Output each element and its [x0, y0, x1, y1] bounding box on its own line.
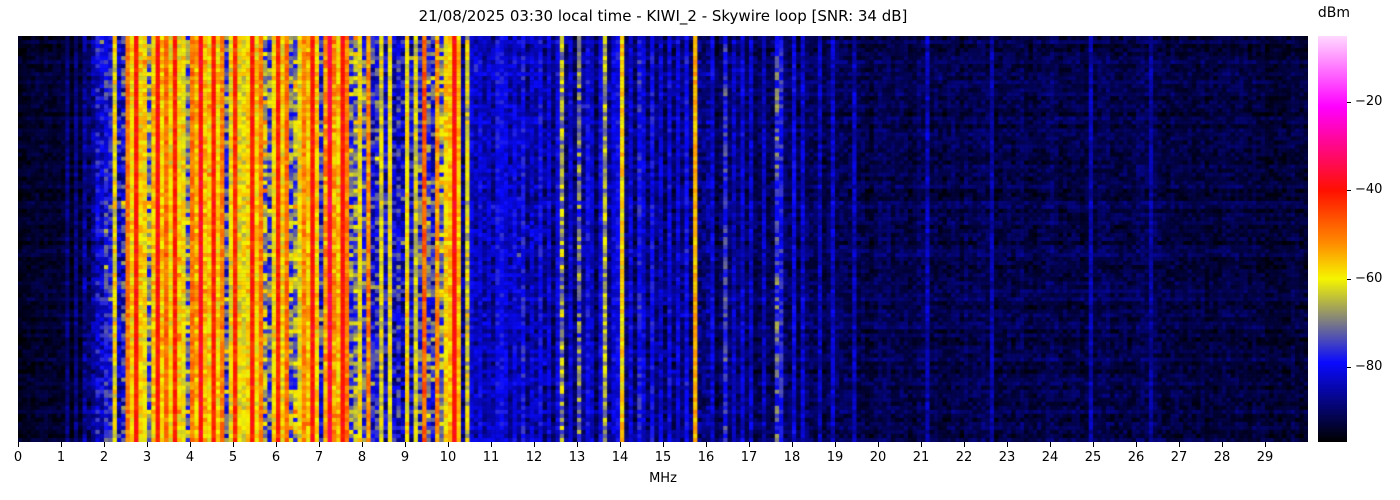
x-tick-label: 8	[357, 450, 367, 465]
x-tick-label: 18	[783, 450, 801, 465]
colorbar-tick-label: −40	[1355, 182, 1383, 198]
x-tick-label: 26	[1127, 450, 1145, 465]
x-tick-label: 15	[654, 450, 672, 465]
x-tick	[663, 442, 664, 447]
x-tick	[233, 442, 234, 447]
x-tick	[362, 442, 363, 447]
x-tick	[835, 442, 836, 447]
x-tick-label: 23	[998, 450, 1016, 465]
x-tick-label: 3	[142, 450, 152, 465]
colorbar-gradient	[1318, 36, 1347, 442]
waterfall-canvas	[18, 36, 1308, 442]
x-tick-label: 9	[400, 450, 410, 465]
x-tick	[1265, 442, 1266, 447]
chart-title: 21/08/2025 03:30 local time - KIWI_2 - S…	[418, 7, 908, 25]
x-tick-label: 1	[56, 450, 66, 465]
colorbar-tick-label: −20	[1355, 94, 1383, 110]
x-tick-label: 16	[697, 450, 715, 465]
x-tick	[749, 442, 750, 447]
x-tick-label: 19	[826, 450, 844, 465]
x-tick	[1179, 442, 1180, 447]
x-tick	[190, 442, 191, 447]
x-tick-label: 17	[740, 450, 758, 465]
x-tick-label: 28	[1213, 450, 1231, 465]
x-tick-label: 13	[568, 450, 586, 465]
x-tick-label: 4	[185, 450, 195, 465]
x-tick-label: 27	[1170, 450, 1188, 465]
x-tick	[18, 442, 19, 447]
waterfall-plot	[18, 36, 1308, 442]
x-tick	[448, 442, 449, 447]
x-tick	[61, 442, 62, 447]
x-tick	[147, 442, 148, 447]
x-tick-label: 14	[611, 450, 629, 465]
x-tick	[1093, 442, 1094, 447]
x-tick	[491, 442, 492, 447]
colorbar-tick	[1347, 366, 1351, 368]
x-tick-label: 22	[955, 450, 973, 465]
colorbar-tick-label: −60	[1355, 270, 1383, 286]
x-tick-label: 5	[228, 450, 238, 465]
x-tick-label: 25	[1084, 450, 1102, 465]
colorbar-unit-label: dBm	[1317, 5, 1351, 21]
spectrogram-figure: 21/08/2025 03:30 local time - KIWI_2 - S…	[0, 0, 1400, 500]
x-tick	[792, 442, 793, 447]
colorbar-tick	[1347, 102, 1351, 104]
colorbar-tick	[1347, 190, 1351, 192]
x-tick	[964, 442, 965, 447]
x-tick	[878, 442, 879, 447]
x-tick-label: 12	[525, 450, 543, 465]
x-tick-label: 20	[869, 450, 887, 465]
x-tick	[921, 442, 922, 447]
x-axis-label: MHz	[649, 471, 677, 486]
x-tick-label: 2	[99, 450, 109, 465]
x-tick-label: 0	[13, 450, 23, 465]
x-tick-label: 7	[314, 450, 324, 465]
x-tick	[577, 442, 578, 447]
x-tick	[104, 442, 105, 447]
x-tick-label: 6	[271, 450, 281, 465]
colorbar-tick-label: −80	[1355, 358, 1383, 374]
x-tick-label: 10	[439, 450, 457, 465]
x-tick-label: 21	[912, 450, 930, 465]
x-tick	[319, 442, 320, 447]
x-tick	[1222, 442, 1223, 447]
x-tick	[1050, 442, 1051, 447]
x-tick-label: 29	[1256, 450, 1274, 465]
x-tick	[276, 442, 277, 447]
x-tick	[1007, 442, 1008, 447]
x-tick	[534, 442, 535, 447]
x-tick	[706, 442, 707, 447]
x-tick	[1136, 442, 1137, 447]
x-tick	[405, 442, 406, 447]
colorbar-tick	[1347, 278, 1351, 280]
x-tick-label: 24	[1041, 450, 1059, 465]
x-tick-label: 11	[482, 450, 500, 465]
x-tick	[620, 442, 621, 447]
